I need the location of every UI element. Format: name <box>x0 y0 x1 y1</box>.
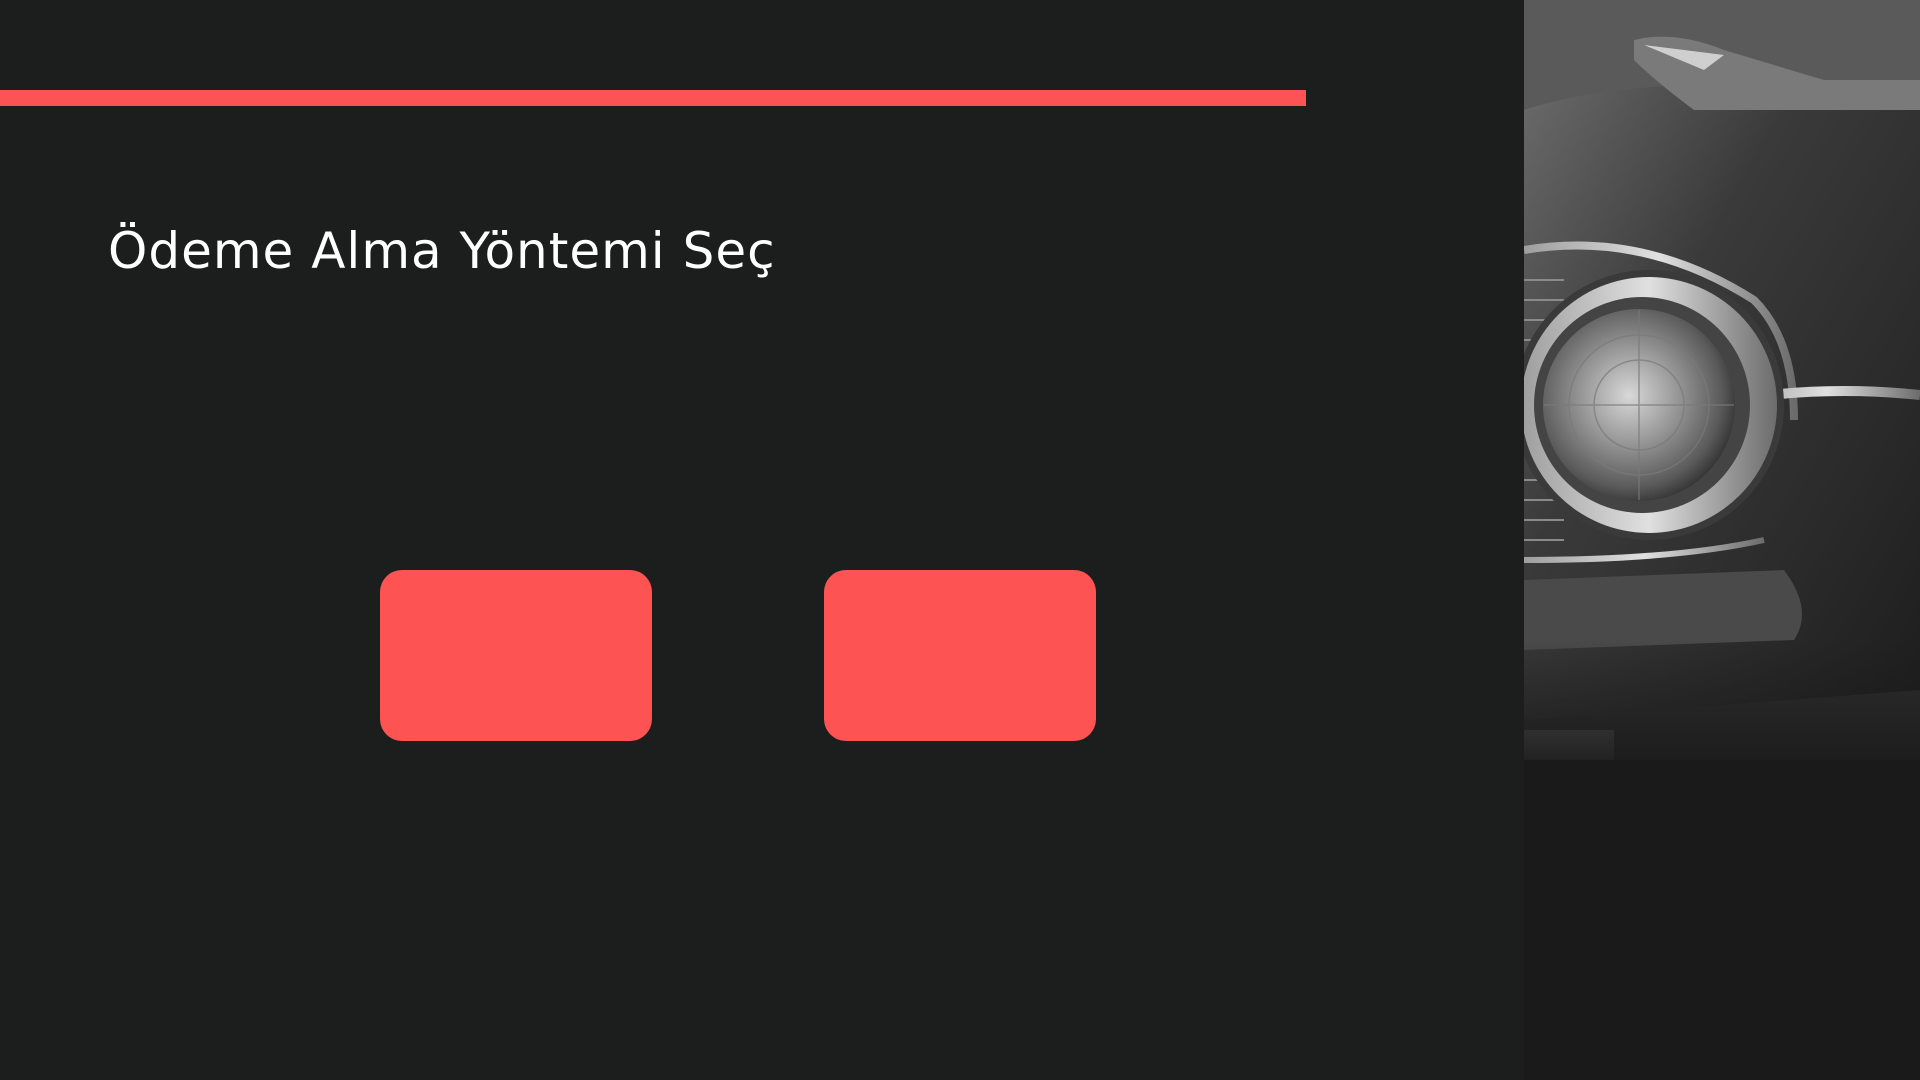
top-accent-bar <box>0 90 1306 106</box>
payment-method-screen: Ödeme Alma Yöntemi Seç <box>0 0 1920 1080</box>
payment-option-1-button[interactable] <box>380 570 652 741</box>
payment-option-2-button[interactable] <box>824 570 1096 741</box>
page-title: Ödeme Alma Yöntemi Seç <box>108 222 776 280</box>
car-headlight-photo <box>1524 0 1920 1080</box>
